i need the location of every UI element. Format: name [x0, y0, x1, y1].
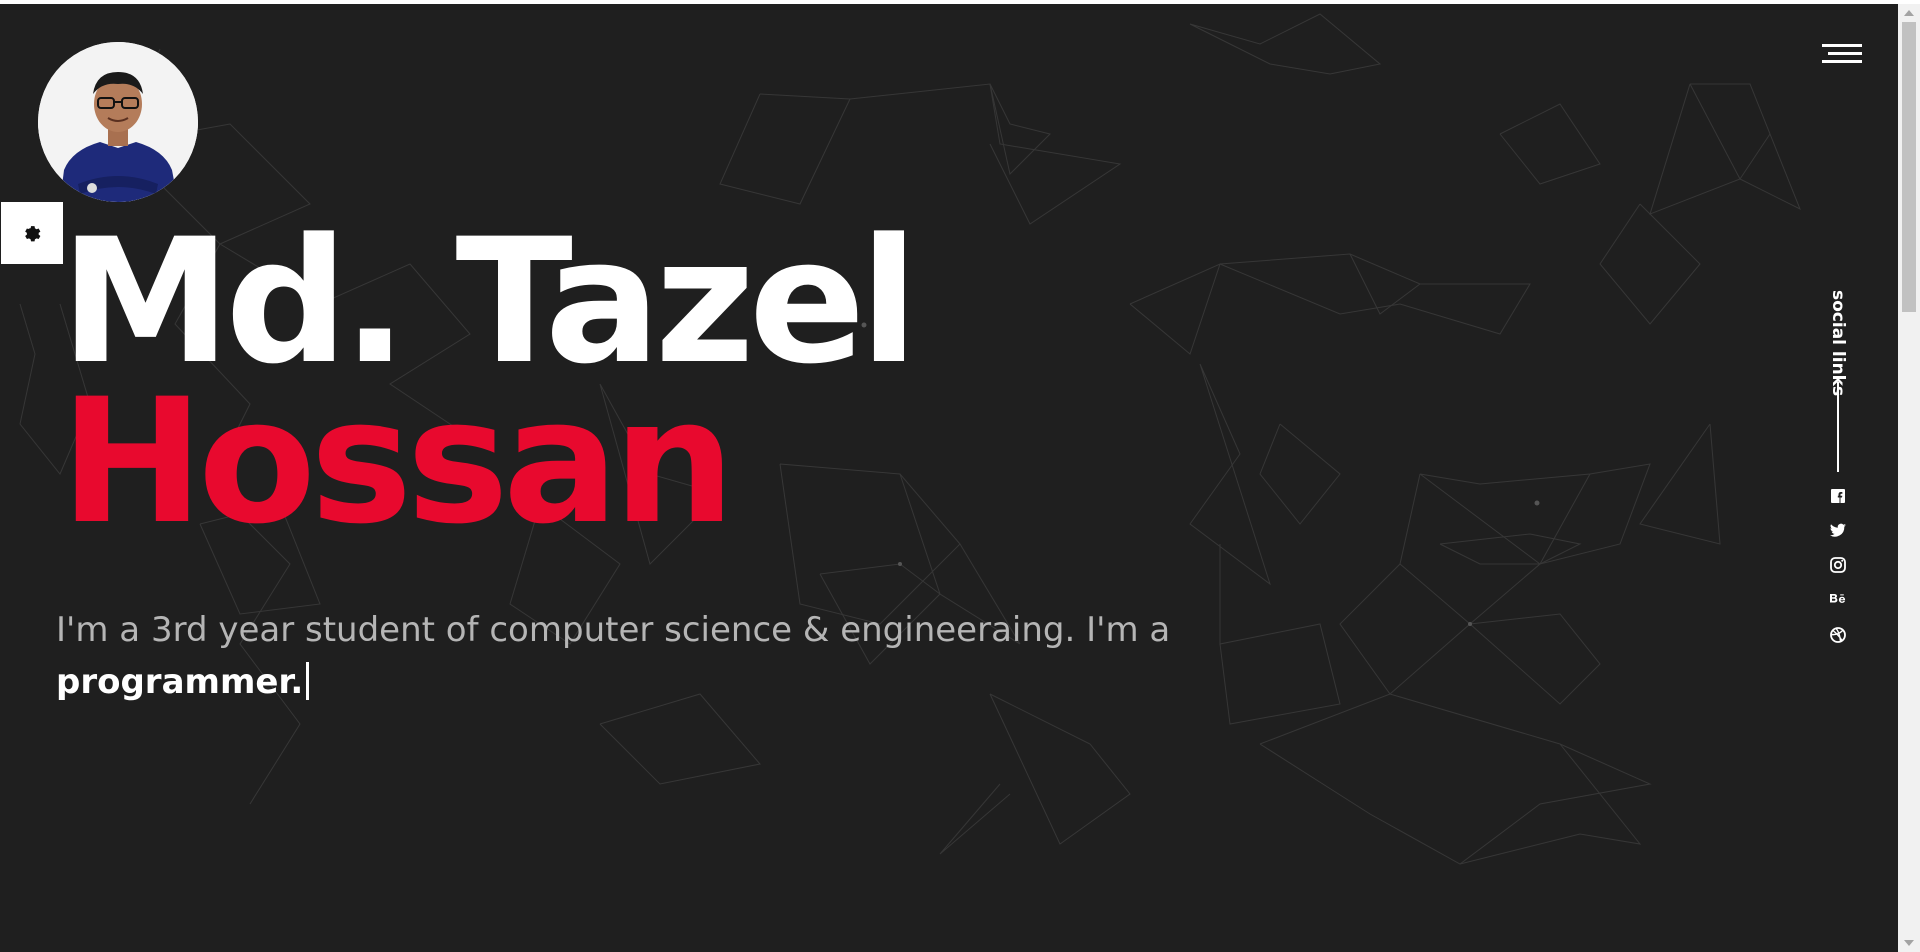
- hero-name: Md. Tazel Hossan: [60, 201, 918, 562]
- settings-button[interactable]: [1, 202, 63, 264]
- typing-caret: [306, 662, 310, 700]
- last-name: Hossan: [60, 361, 735, 562]
- hero-section: Md. Tazel Hossan I'm a 3rd year student …: [0, 4, 1898, 952]
- intro-sentence: I'm a 3rd year student of computer scien…: [56, 610, 1171, 650]
- instagram-icon[interactable]: [1829, 556, 1847, 574]
- dribbble-icon[interactable]: [1829, 626, 1847, 644]
- behance-icon[interactable]: [1829, 590, 1847, 608]
- typed-role: programmer.: [56, 662, 304, 702]
- scroll-down-arrow-icon[interactable]: [1903, 938, 1915, 948]
- profile-photo: [38, 42, 198, 202]
- scroll-up-arrow-icon[interactable]: [1903, 8, 1915, 18]
- scrollbar-thumb[interactable]: [1902, 22, 1916, 312]
- social-links-label: social links: [1828, 290, 1848, 397]
- avatar: [38, 42, 198, 202]
- gear-icon: [25, 226, 41, 242]
- facebook-icon[interactable]: [1829, 487, 1847, 505]
- twitter-icon[interactable]: [1829, 521, 1847, 539]
- menu-line: [1828, 52, 1862, 55]
- hamburger-menu-icon[interactable]: [1822, 42, 1862, 70]
- menu-line: [1822, 60, 1862, 63]
- menu-line: [1822, 44, 1862, 47]
- first-name: Md. Tazel: [60, 201, 918, 402]
- intro-text: I'm a 3rd year student of computer scien…: [56, 604, 1196, 708]
- social-divider: [1837, 382, 1839, 472]
